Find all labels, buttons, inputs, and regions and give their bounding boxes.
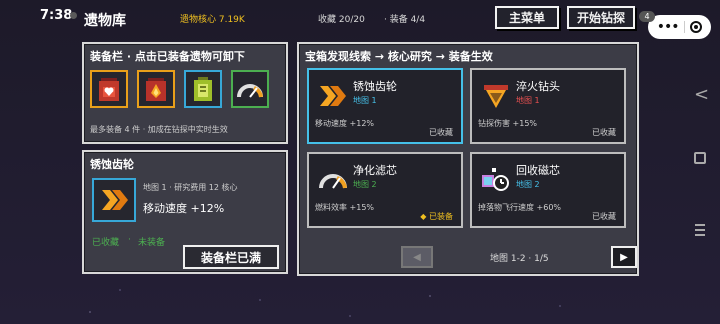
next-page-button[interactable]: ▶ xyxy=(611,246,637,268)
miniprogram-capsule: ••• xyxy=(648,15,711,39)
card-map: 地图 2 xyxy=(516,180,540,189)
card-status: 已收藏 xyxy=(592,128,616,137)
page-title: 遗物库 xyxy=(84,13,126,29)
detail-status-collected: 已收藏 xyxy=(92,238,120,248)
capsule-divider xyxy=(683,21,685,33)
detail-title: 锈蚀齿轮 xyxy=(90,158,134,171)
detail-status-separator: · xyxy=(128,235,131,245)
chevron-gear-icon xyxy=(102,190,128,210)
prev-page-button[interactable]: ◀ xyxy=(401,246,433,268)
relic-core-counter: 遗物核心 7.19K xyxy=(180,15,245,25)
main-menu-button[interactable]: 主菜单 xyxy=(495,6,559,29)
relic-card-3[interactable]: 净化滤芯 地图 2 燃料效率 +15% ◆ 已装备 xyxy=(307,152,463,228)
menu-icon[interactable] xyxy=(695,224,705,239)
card-map: 地图 2 xyxy=(353,180,377,189)
red-heart-backpack-icon xyxy=(99,78,119,101)
home-icon[interactable] xyxy=(694,152,706,164)
card-name: 淬火钻头 xyxy=(516,80,560,93)
equip-slot-4[interactable] xyxy=(231,70,269,108)
back-icon[interactable]: < xyxy=(694,84,709,105)
equipment-note: 最多装备 4 件 · 加成在钻探中实时生效 xyxy=(90,125,228,134)
card-stat: 掉落物飞行速度 +60% xyxy=(478,203,562,212)
status-dot-icon xyxy=(70,12,77,19)
relic-card-1[interactable]: 锈蚀齿轮 地图 1 移动速度 +12% 已收藏 xyxy=(307,68,463,144)
equip-slot-2[interactable] xyxy=(137,70,175,108)
card-map: 地图 1 xyxy=(353,96,377,105)
detail-relic-icon xyxy=(92,178,136,222)
research-panel-title: 宝箱发现线索 → 核心研究 → 装备生效 xyxy=(305,50,493,63)
detail-meta: 地图 1 · 研究费用 12 核心 xyxy=(143,183,238,192)
green-battery-pack-icon xyxy=(194,77,212,101)
status-time: 7:38 xyxy=(40,8,73,23)
card-map: 地图 1 xyxy=(516,96,540,105)
start-drilling-button[interactable]: 开始钻探 xyxy=(567,6,635,29)
notification-badge: 4 xyxy=(639,11,655,22)
equipped-counter: · 装备 4/4 xyxy=(384,15,426,25)
equip-full-button[interactable]: 装备栏已满 xyxy=(183,245,279,269)
pagination-info: 地图 1-2 · 1/5 xyxy=(490,254,549,264)
detail-status-unequipped: 未装备 xyxy=(138,238,166,248)
equip-slot-3[interactable] xyxy=(184,70,222,108)
relic-card-4[interactable]: 回收磁芯 地图 2 掉落物飞行速度 +60% 已收藏 xyxy=(470,152,626,228)
card-name: 净化滤芯 xyxy=(353,164,397,177)
speed-gauge-icon xyxy=(237,84,263,98)
card-status: 已收藏 xyxy=(592,212,616,221)
collected-counter: 收藏 20/20 xyxy=(318,15,365,25)
more-icon[interactable]: ••• xyxy=(657,20,680,34)
gauge-icon xyxy=(315,162,351,198)
card-status: 已收藏 xyxy=(429,128,453,137)
card-stat: 移动速度 +12% xyxy=(315,119,375,128)
chevron-gear-icon xyxy=(315,78,351,114)
close-target-icon[interactable] xyxy=(690,21,703,33)
equip-slot-1[interactable] xyxy=(90,70,128,108)
card-stat: 燃料效率 +15% xyxy=(315,203,375,212)
equipment-panel-title: 装备栏 · 点击已装备遗物可卸下 xyxy=(90,50,245,63)
card-name: 锈蚀齿轮 xyxy=(353,80,397,93)
red-fire-backpack-icon xyxy=(146,78,166,101)
drill-icon xyxy=(478,78,514,114)
card-name: 回收磁芯 xyxy=(516,164,560,177)
magnet-core-icon xyxy=(478,162,514,198)
card-status: ◆ 已装备 xyxy=(420,212,453,221)
card-stat: 钻探伤害 +15% xyxy=(478,119,538,128)
relic-card-2[interactable]: 淬火钻头 地图 1 钻探伤害 +15% 已收藏 xyxy=(470,68,626,144)
detail-effect: 移动速度 +12% xyxy=(143,202,225,215)
